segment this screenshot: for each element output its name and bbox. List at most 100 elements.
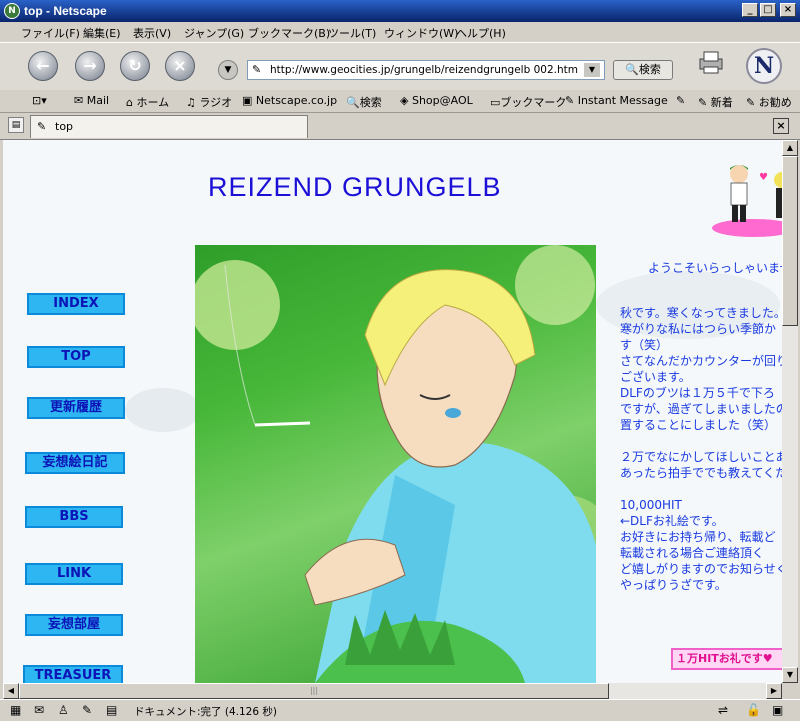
nav-room-button[interactable]: 妄想部屋 [25, 614, 123, 636]
scroll-down-icon[interactable]: ▼ [782, 667, 798, 683]
message-line: ですが、過ぎてしまいましたの [620, 402, 782, 416]
mail-icon[interactable]: ✉ [34, 703, 44, 717]
navigation-toolbar: ← → ↻ × ▼ ✎ ▼ 🔍検索 N [0, 42, 800, 92]
message-line: DLFのブツは１万５千で下ろ [620, 386, 775, 400]
vertical-scroll-thumb[interactable] [782, 156, 798, 326]
vertical-scrollbar[interactable]: ▲ ▼ [782, 140, 798, 683]
bookmark-new[interactable]: ✎ 新着 [698, 94, 733, 110]
bookmark-recommend[interactable]: ✎ お勧め [746, 94, 792, 110]
menu-go[interactable]: ジャンプ(G) [184, 25, 244, 41]
address-book-icon[interactable]: ▤ [106, 703, 117, 717]
nav-link-button[interactable]: LINK [25, 563, 123, 585]
message-line: 寒がりな私にはつらい季節か [620, 322, 777, 336]
search-button[interactable]: 🔍検索 [613, 60, 673, 80]
my-icon: ▣ [242, 94, 256, 107]
print-icon[interactable] [696, 49, 726, 77]
menu-edit[interactable]: 編集(E) [83, 25, 121, 41]
stop-button[interactable]: × [165, 51, 195, 81]
site-icon: ▣ [772, 703, 784, 717]
page-icon: ✎ [37, 120, 47, 133]
composer-icon[interactable]: ✎ [82, 703, 92, 717]
nav-diary-button[interactable]: 妄想絵日記 [25, 452, 125, 474]
window-title: top - Netscape [24, 4, 107, 18]
bookmark-home[interactable]: ⌂ ホーム [126, 94, 169, 110]
message-line: ←DLFお礼絵です。 [620, 514, 724, 528]
message-line: さてなんだかカウンターが回り [620, 354, 782, 368]
reload-icon: ↻ [128, 56, 142, 75]
reload-button[interactable]: ↻ [120, 51, 150, 81]
bookmark-netscape[interactable]: ▣ Netscape.co.jp [242, 94, 337, 107]
horizontal-scroll-thumb[interactable]: ||| [19, 683, 609, 699]
site-title: REIZEND GRUNGELB [208, 172, 502, 202]
url-field[interactable]: ✎ ▼ [247, 60, 605, 80]
menu-view[interactable]: 表示(V) [133, 25, 171, 41]
menu-help[interactable]: ヘルプ(H) [456, 25, 506, 41]
back-button[interactable]: ← [28, 51, 58, 81]
scroll-left-icon[interactable]: ◀ [3, 683, 19, 699]
menu-bookmarks[interactable]: ブックマーク(B) [248, 25, 330, 41]
search-icon: 🔍 [346, 96, 360, 109]
headphones-icon: ♫ [186, 96, 200, 109]
security-icon[interactable]: 🔓 [746, 703, 761, 717]
message-line: やっぱりうざです。 [620, 578, 727, 592]
bookmark-radio[interactable]: ♫ ラジオ [186, 94, 232, 110]
folder-icon: ▭ [490, 96, 501, 109]
nav-bbs-button[interactable]: BBS [25, 506, 123, 528]
minimize-icon[interactable]: _ [742, 3, 758, 17]
page-content: REIZEND GRUNGELB ♥ INDEX TOP 更新履歴 妄想絵日記 … [3, 140, 782, 683]
menu-tools[interactable]: ツール(T) [328, 25, 376, 41]
nav-top-button[interactable]: TOP [27, 346, 125, 368]
hit-thanks-banner[interactable]: １万HITお礼です♥ [671, 648, 782, 670]
menu-file[interactable]: ファイル(F) [21, 25, 80, 41]
bookmark-blank[interactable]: ✎ [676, 94, 685, 107]
tab-top[interactable]: ✎ top [30, 115, 308, 138]
bookmarks-menu[interactable]: ▭ブックマーク [490, 94, 566, 110]
url-dropdown-icon[interactable]: ▼ [584, 63, 600, 77]
page-icon: ✎ [252, 63, 262, 76]
nav-treasure-button[interactable]: TREASUER [23, 665, 123, 683]
nav-updates-button[interactable]: 更新履歴 [27, 397, 125, 419]
maximize-icon[interactable]: □ [760, 3, 776, 17]
link-icon: ✎ [676, 94, 686, 107]
character-mascot-icon: ♥ [712, 165, 782, 237]
new-tab-icon[interactable]: ▤ [8, 117, 24, 133]
message-line: ど嬉しがりますのでお知らせく [620, 562, 782, 576]
search-label: 検索 [638, 63, 661, 76]
tab-label: top [55, 120, 74, 133]
stop-icon: × [173, 56, 187, 75]
horizontal-scrollbar[interactable]: ◀ ||| ▶ [3, 683, 782, 699]
aol-icon: ◈ [400, 94, 412, 107]
message-line: ２万でなにかしてほしいことあ [620, 450, 782, 464]
search-icon: 🔍 [625, 63, 639, 76]
history-dropdown-button[interactable]: ▼ [218, 60, 238, 80]
bookmark-mail[interactable]: ✉ Mail [74, 94, 109, 107]
bookmark-search[interactable]: 🔍検索 [346, 94, 382, 110]
bookmark-instant-message[interactable]: ✎ Instant Message [565, 94, 668, 107]
close-icon[interactable]: × [780, 3, 796, 17]
window-title-bar: N top - Netscape _ □ × [0, 0, 800, 22]
online-status-icon[interactable]: ⇌ [718, 703, 728, 717]
tab-manager-icon[interactable]: ⊡▾ [32, 94, 47, 107]
cloud-decoration [125, 388, 201, 432]
message-line: ございます。 [620, 370, 691, 384]
tab-grid-icon[interactable]: ▦ [10, 703, 21, 717]
message-line [620, 481, 782, 497]
message-line [620, 433, 782, 449]
scroll-right-icon[interactable]: ▶ [766, 683, 782, 699]
message-line: す（笑） [620, 338, 669, 352]
mail-icon: ✉ [74, 94, 87, 107]
svg-text:♥: ♥ [759, 172, 768, 183]
close-tab-icon[interactable]: × [773, 118, 789, 134]
aim-icon[interactable]: ♙ [58, 703, 69, 717]
forward-button[interactable]: → [75, 51, 105, 81]
arrow-left-icon: ← [36, 56, 50, 75]
menu-window[interactable]: ウィンドウ(W) [384, 25, 458, 41]
url-input[interactable] [270, 62, 580, 78]
message-line: 転載される場合ご連絡頂く [620, 546, 765, 560]
bookmark-shop[interactable]: ◈ Shop@AOL [400, 94, 473, 107]
message-line: 秋です。寒くなってきました。 [620, 306, 782, 320]
welcome-text: ようこそいらっしゃいませ [648, 261, 782, 275]
nav-index-button[interactable]: INDEX [27, 293, 125, 315]
message-line: 置することにしました（笑） [620, 418, 777, 432]
scroll-up-icon[interactable]: ▲ [782, 140, 798, 156]
